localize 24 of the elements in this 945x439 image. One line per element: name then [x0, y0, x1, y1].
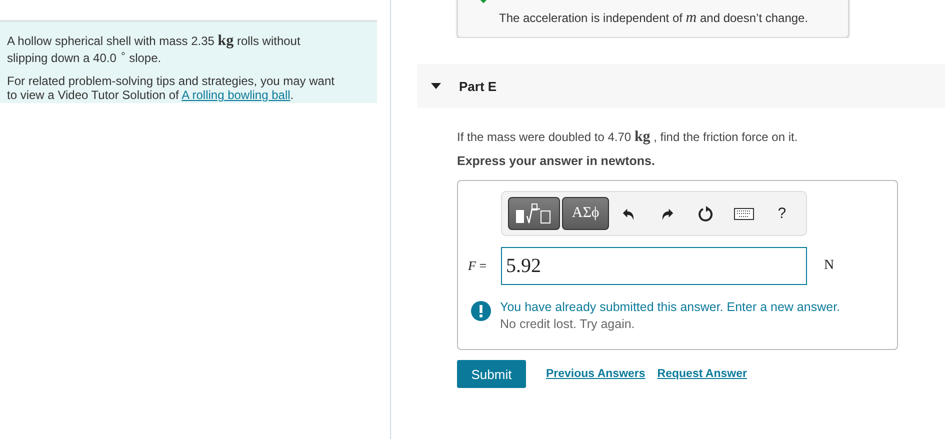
undo-icon	[622, 206, 636, 220]
templates-button[interactable]	[508, 197, 560, 230]
symbols-button[interactable]: ΑΣϕ	[562, 197, 610, 230]
video-tutor-link[interactable]: A rolling bowling ball	[182, 88, 290, 102]
answer-link[interactable]: Previous Answers	[546, 368, 646, 380]
part-header[interactable]: Part E	[417, 64, 945, 108]
submit-button[interactable]: Submit	[457, 360, 526, 388]
part-title: Part E	[459, 78, 497, 94]
instruction-text: Express your answer in newtons.	[457, 154, 656, 168]
unit-label: N	[824, 258, 834, 274]
help-button[interactable]: ?	[764, 198, 800, 228]
answer-link[interactable]: Request Answer	[657, 368, 747, 380]
question-text: If the mass were doubled to 4.70 kg , find the friction force on it.	[457, 128, 799, 146]
warning-icon	[471, 301, 491, 321]
problem-statement: A hollow spherical shell with mass 2.35 kg rolls without slipping down a 40.0 $^{∘}$ slope.	[7, 34, 302, 65]
warning-message: You have already submitted this answer. Enter a new answer.	[500, 299, 840, 316]
warning-hint: No credit lost. Try again.	[500, 316, 636, 333]
reset-icon	[698, 206, 714, 222]
tip-text: For related problem-solving tips and strategies, you may want to view a Video Tutor Solution of A rolling bowling ball.	[7, 74, 336, 102]
variable-label: F =	[468, 258, 488, 274]
redo-icon	[660, 206, 674, 220]
keyboard-icon	[734, 208, 754, 220]
answer-field[interactable]: 5.92	[501, 247, 807, 285]
feedback-text: The acceleration is independent of m and doesn’t change.	[499, 10, 810, 26]
